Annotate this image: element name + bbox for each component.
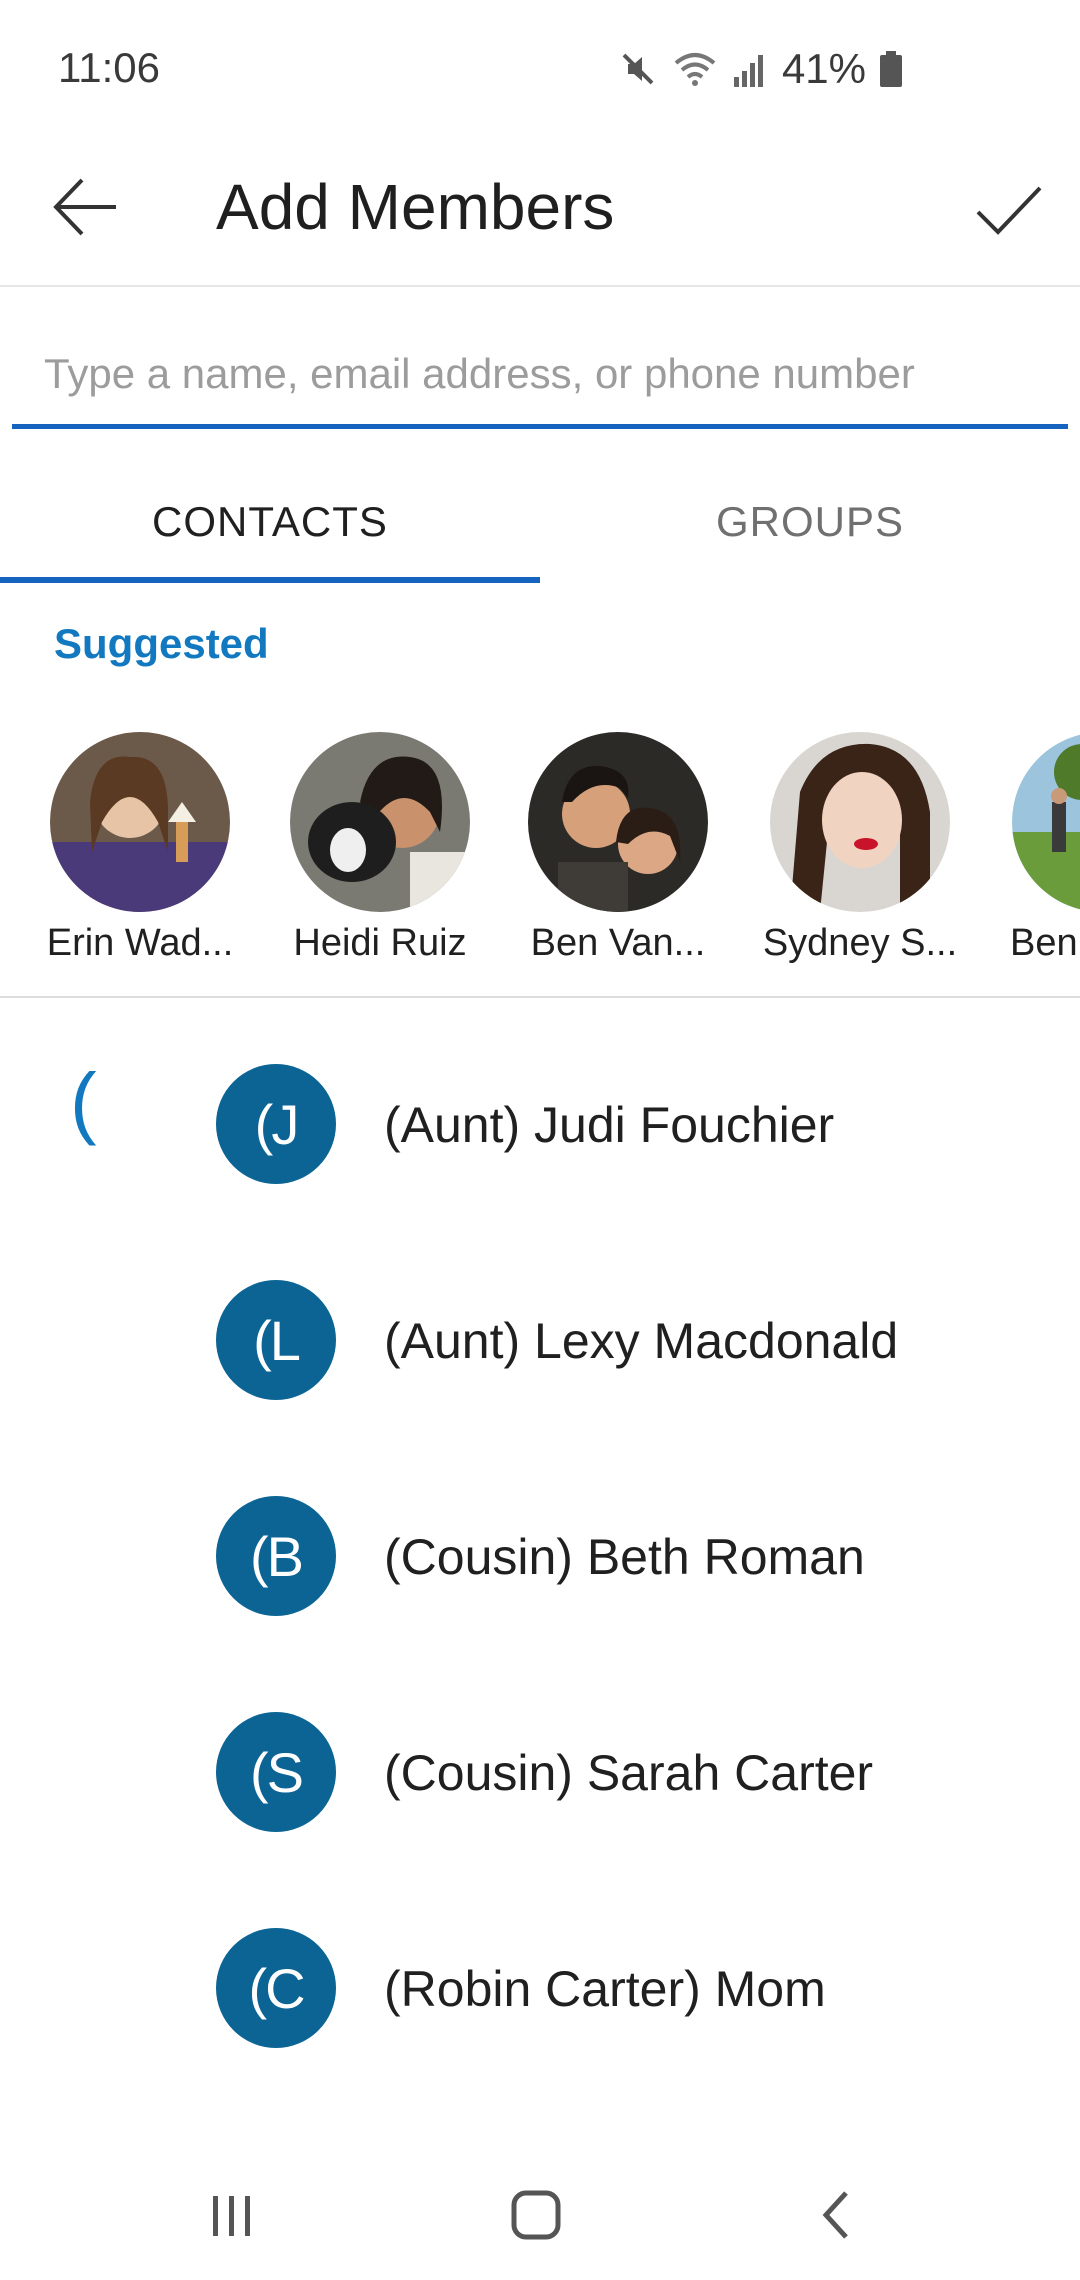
home-button[interactable] [466,2150,606,2280]
contact-row[interactable]: (C (Robin Carter) Mom [0,1868,1080,2084]
search-field-container [12,332,1068,429]
recent-apps-icon [213,2196,250,2236]
contact-avatar: (J [216,1064,336,1184]
section-index-letter: ( [70,1057,97,1146]
suggested-person[interactable]: Erin Wad... [30,730,250,965]
page-title: Add Members [216,171,615,243]
suggested-person[interactable]: Ben [992,730,1080,965]
search-input[interactable] [42,338,1046,410]
app-header: Add Members [0,140,1080,287]
status-bar: 11:06 41% [0,0,1080,140]
suggested-person-name: Sydney S... [762,922,958,964]
back-nav-button[interactable] [766,2150,906,2280]
avatar [1012,732,1080,912]
contact-avatar: (L [216,1280,336,1400]
contact-name: (Aunt) Lexy Macdonald [384,1313,899,1369]
avatar [50,732,230,912]
suggested-person-name: Heidi Ruiz [293,922,467,964]
contact-avatar: (C [216,1928,336,2048]
battery-icon [880,51,902,87]
suggested-person-name: Erin Wad... [46,922,234,964]
avatar [528,732,708,912]
recent-apps-button[interactable] [162,2150,302,2280]
tab-contacts[interactable]: CONTACTS [0,462,540,582]
home-icon [511,2190,561,2240]
battery-percent: 41% [781,45,866,92]
contact-row[interactable]: ( (J (Aunt) Judi Fouchier [0,1004,1080,1220]
contact-avatar: (S [216,1712,336,1832]
avatar [290,732,470,912]
mute-icon [618,49,658,89]
avatar [770,732,950,912]
suggested-heading: Suggested [54,620,269,667]
status-time: 11:06 [58,44,160,91]
signal-icon [732,49,768,89]
contact-row[interactable]: (B (Cousin) Beth Roman [0,1436,1080,1652]
contact-avatar: (B [216,1496,336,1616]
wifi-icon [672,49,718,89]
contact-row[interactable]: (L (Aunt) Lexy Macdonald [0,1220,1080,1436]
contact-name: (Robin Carter) Mom [384,1961,826,2017]
contact-name: (Cousin) Sarah Carter [384,1745,874,1801]
back-icon [822,2191,848,2239]
tab-groups[interactable]: GROUPS [540,462,1080,582]
tab-indicator [0,577,540,583]
suggested-person-name: Ben [1010,922,1078,964]
contact-name: (Aunt) Judi Fouchier [384,1097,835,1153]
system-nav-bar [0,2150,1080,2280]
status-icons: 41% [618,44,902,94]
suggested-person-name: Ben Van... [530,922,706,964]
suggested-person[interactable]: Ben Van... [508,730,728,965]
back-button[interactable] [40,162,130,252]
done-button[interactable] [964,165,1054,255]
arrow-left-icon [53,178,116,236]
suggested-person[interactable]: Heidi Ruiz [270,730,490,965]
contact-name: (Cousin) Beth Roman [384,1529,865,1585]
suggested-person[interactable]: Sydney S... [750,730,970,965]
contact-row[interactable]: (S (Cousin) Sarah Carter [0,1652,1080,1868]
divider [0,996,1080,998]
suggested-carousel[interactable]: Erin Wad... Heidi Ruiz Ben Van... Sydney… [0,730,1080,970]
checkmark-icon [976,186,1042,235]
